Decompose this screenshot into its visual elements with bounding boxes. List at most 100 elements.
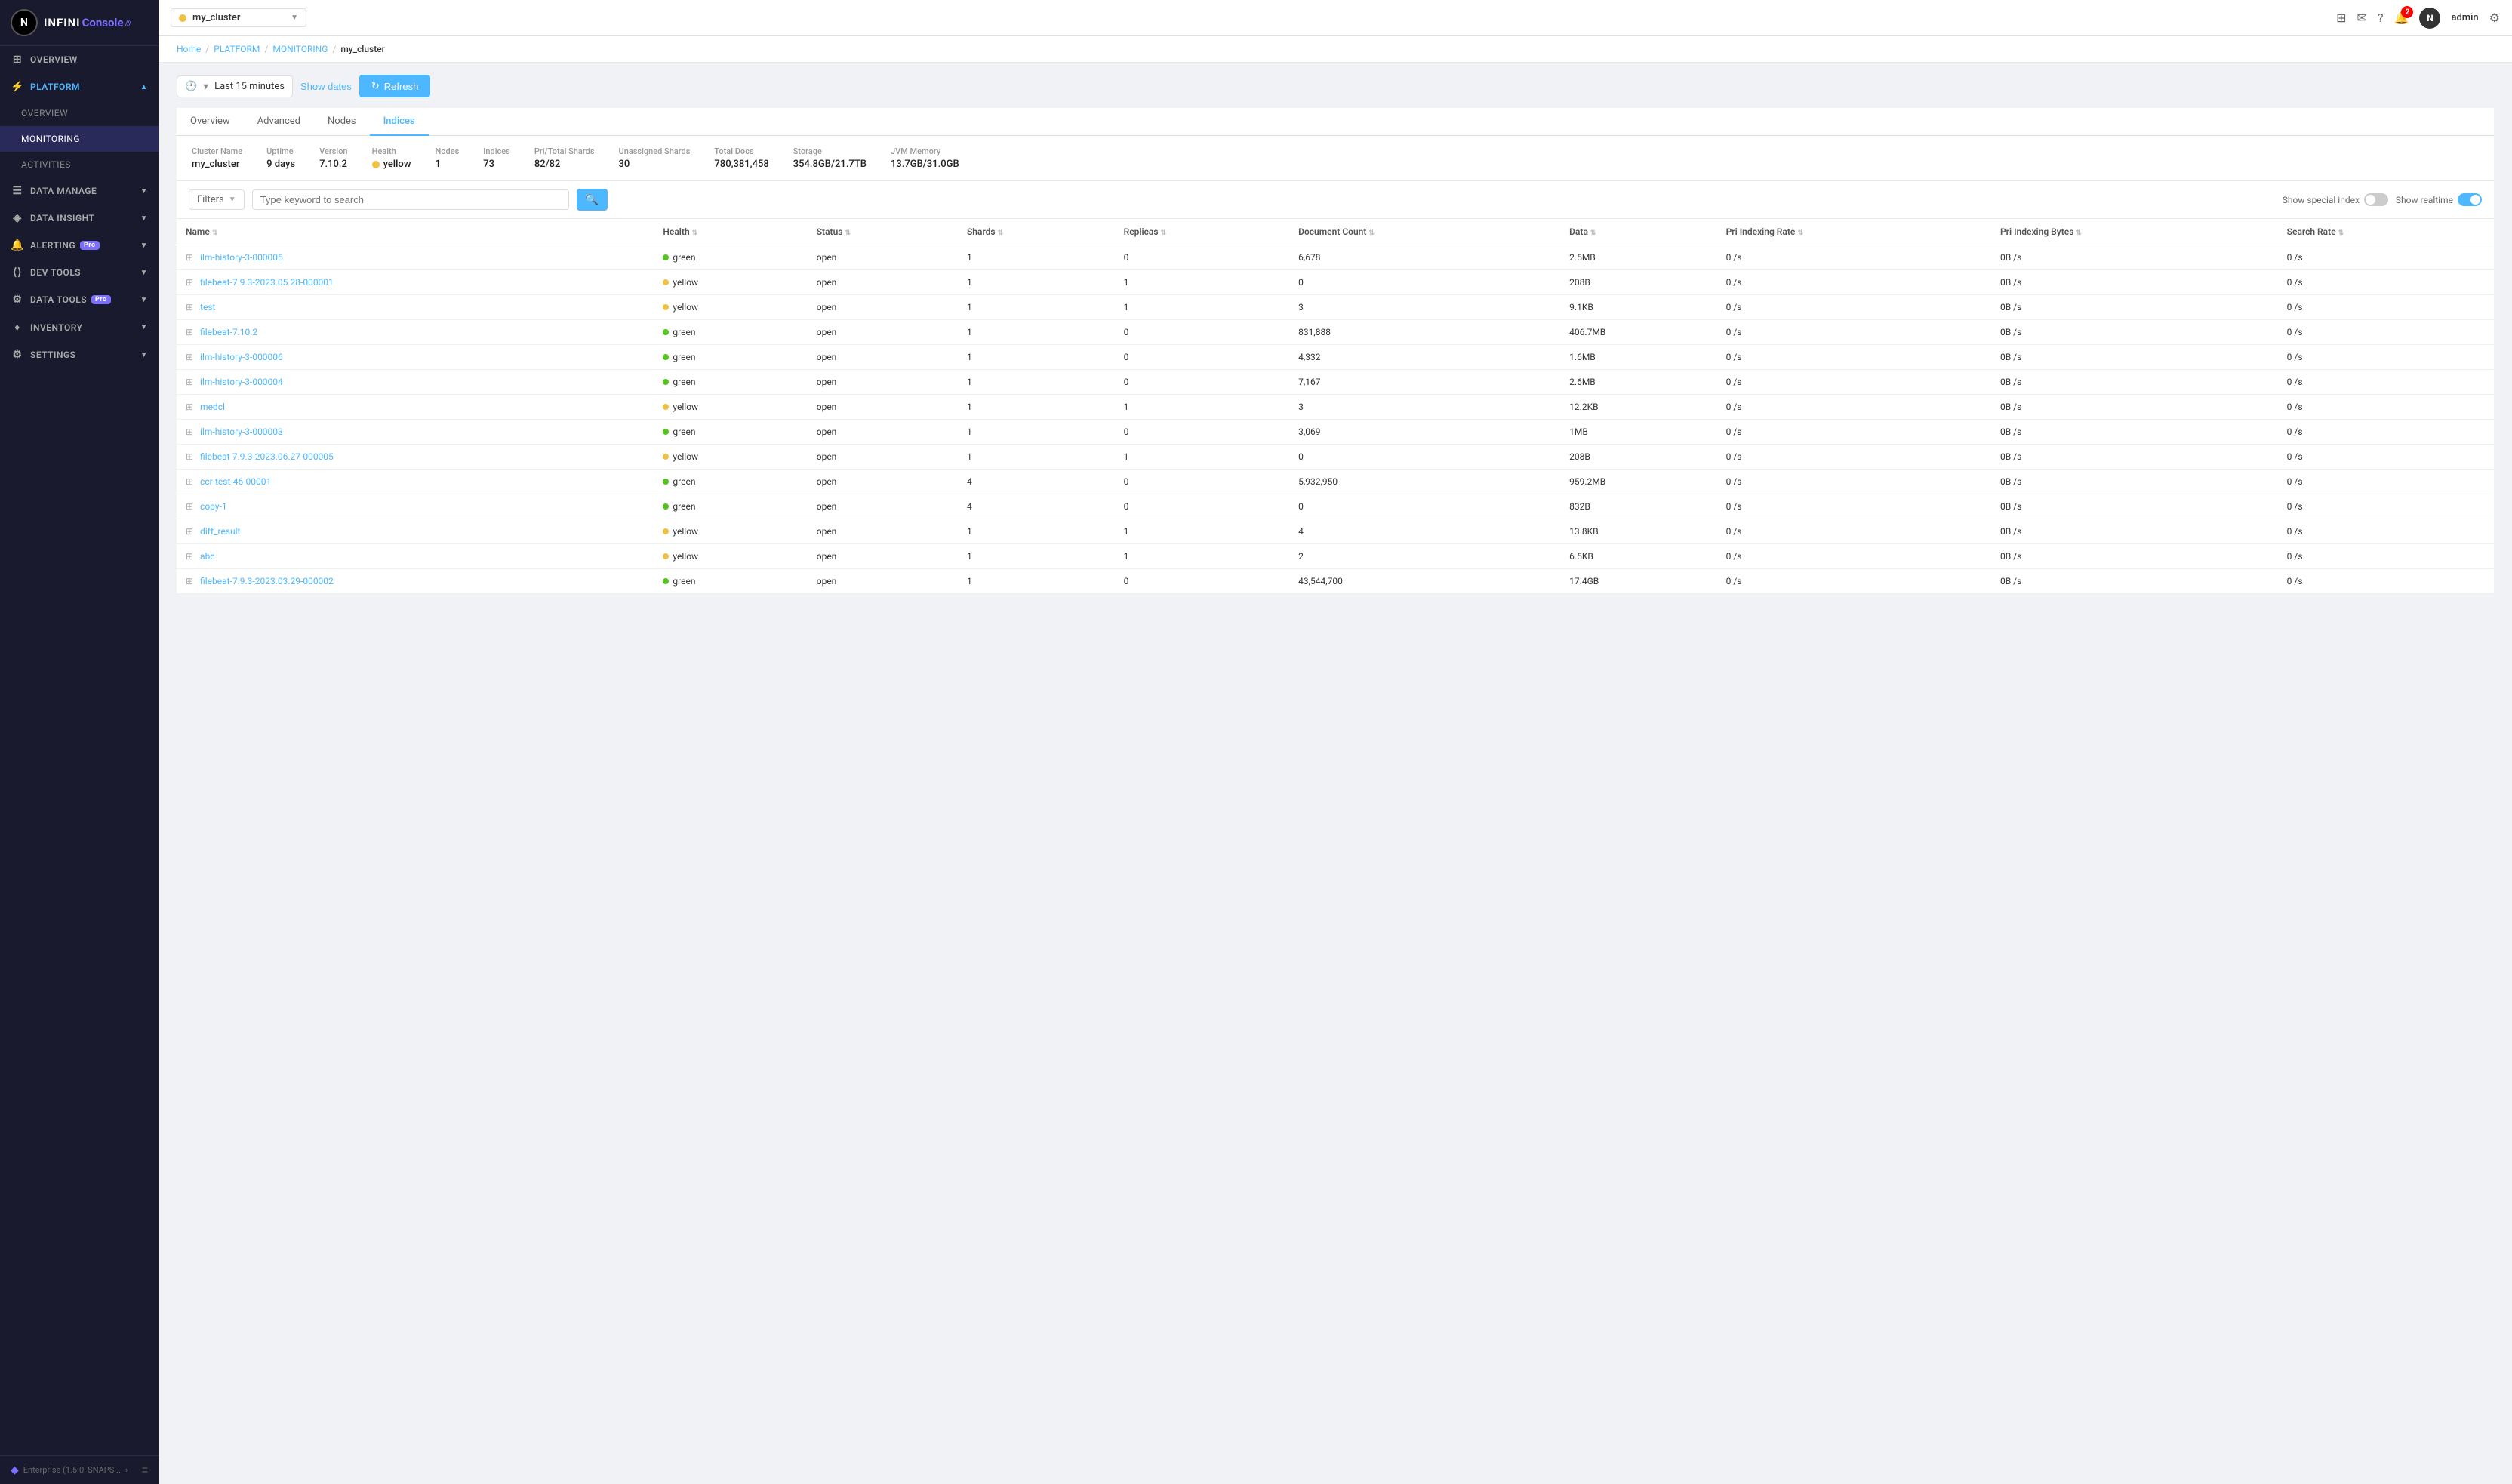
sidebar-item-activities[interactable]: ACTIVITIES <box>0 152 159 177</box>
index-grid-icon: ⊞ <box>186 402 193 412</box>
message-icon[interactable]: ✉ <box>2357 11 2367 25</box>
cell-pri-rate-6: 0 /s <box>1717 395 1991 420</box>
sidebar-item-data-tools[interactable]: ⚙ DATA TOOLS Pro ▼ <box>0 286 159 313</box>
filters-dropdown[interactable]: Filters ▼ <box>189 189 245 210</box>
cell-name-5: ⊞ ilm-history-3-000004 <box>177 370 654 395</box>
index-link-11[interactable]: diff_result <box>200 526 240 537</box>
sidebar-item-dev-tools[interactable]: ⟨⟩ DEV TOOLS ▼ <box>0 259 159 286</box>
admin-avatar[interactable]: N <box>2419 8 2440 29</box>
sidebar-item-alerting[interactable]: 🔔 ALERTING Pro ▼ <box>0 232 159 259</box>
sidebar-item-platform[interactable]: ⚡ PLATFORM ▲ <box>0 73 159 100</box>
index-link-2[interactable]: test <box>200 302 215 313</box>
col-status[interactable]: Status⇅ <box>808 219 958 245</box>
index-grid-icon: ⊞ <box>186 551 193 562</box>
col-data[interactable]: Data⇅ <box>1560 219 1716 245</box>
data-insight-icon: ◈ <box>11 212 24 224</box>
health-text-12: yellow <box>673 551 698 562</box>
breadcrumb-monitoring[interactable]: MONITORING <box>272 44 328 54</box>
search-input[interactable] <box>252 189 569 210</box>
toolbar: 🕐 ▼ Last 15 minutes Show dates ↻ Refresh <box>177 75 2494 97</box>
sidebar-data-insight-label: DATA INSIGHT <box>30 213 94 223</box>
filters-arrow: ▼ <box>229 196 236 204</box>
table-row: ⊞ ilm-history-3-000005 green open 1 0 6,… <box>177 245 2494 270</box>
time-dropdown-arrow: ▼ <box>202 82 210 91</box>
health-dot-2 <box>663 304 669 310</box>
breadcrumb: Home / PLATFORM / MONITORING / my_cluste… <box>159 36 2512 63</box>
cell-search-rate-3: 0 /s <box>2278 320 2494 345</box>
stat-cluster-name: Cluster Name my_cluster <box>192 146 242 170</box>
index-link-1[interactable]: filebeat-7.9.3-2023.05.28-000001 <box>200 277 334 288</box>
health-cell-2: yellow <box>663 302 798 313</box>
index-link-4[interactable]: ilm-history-3-000006 <box>200 352 283 362</box>
index-link-0[interactable]: ilm-history-3-000005 <box>200 252 283 263</box>
cell-name-13: ⊞ filebeat-7.9.3-2023.03.29-000002 <box>177 569 654 594</box>
breadcrumb-platform[interactable]: PLATFORM <box>214 44 260 54</box>
health-value: yellow <box>383 159 411 170</box>
sidebar-item-settings[interactable]: ⚙ SETTINGS ▼ <box>0 341 159 368</box>
indices-table: Name⇅ Health⇅ Status⇅ Shards⇅ Replicas⇅ … <box>177 219 2494 594</box>
sidebar-item-data-manage[interactable]: ☰ DATA MANAGE ▼ <box>0 177 159 205</box>
notification-bell[interactable]: 🔔 2 <box>2394 11 2409 25</box>
index-link-13[interactable]: filebeat-7.9.3-2023.03.29-000002 <box>200 576 334 587</box>
index-link-3[interactable]: filebeat-7.10.2 <box>200 327 257 337</box>
show-realtime-toggle[interactable] <box>2458 193 2482 206</box>
health-text-2: yellow <box>673 302 698 313</box>
tab-nodes[interactable]: Nodes <box>314 108 370 136</box>
cell-replicas-3: 0 <box>1115 320 1290 345</box>
cell-pri-bytes-7: 0B /s <box>1991 420 2278 445</box>
refresh-button[interactable]: ↻ Refresh <box>359 75 430 97</box>
user-settings-icon[interactable]: ⚙ <box>2489 11 2500 25</box>
sidebar-item-overview[interactable]: ⊞ OVERVIEW <box>0 46 159 73</box>
col-search-rate[interactable]: Search Rate⇅ <box>2278 219 2494 245</box>
col-doc-count[interactable]: Document Count⇅ <box>1289 219 1560 245</box>
sidebar-bottom[interactable]: ◆ Enterprise (1.5.0_SNAPS... › ≡ <box>0 1455 159 1484</box>
index-link-8[interactable]: filebeat-7.9.3-2023.06.27-000005 <box>200 451 334 462</box>
tab-advanced[interactable]: Advanced <box>244 108 314 136</box>
grid-icon[interactable]: ⊞ <box>2336 11 2346 25</box>
cell-search-rate-12: 0 /s <box>2278 544 2494 569</box>
settings-icon: ⚙ <box>11 349 24 361</box>
sidebar-item-monitoring[interactable]: MONITORING <box>0 126 159 152</box>
sidebar-overview-label: OVERVIEW <box>30 54 78 65</box>
index-link-9[interactable]: ccr-test-46-00001 <box>200 476 271 487</box>
lines-icon: ≡ <box>142 1464 148 1476</box>
index-link-6[interactable]: medcl <box>200 402 225 412</box>
sidebar-item-data-insight[interactable]: ◈ DATA INSIGHT ▼ <box>0 205 159 232</box>
notif-count: 2 <box>2401 6 2413 18</box>
col-name[interactable]: Name⇅ <box>177 219 654 245</box>
breadcrumb-home[interactable]: Home <box>177 44 201 54</box>
index-link-5[interactable]: ilm-history-3-000004 <box>200 377 283 387</box>
search-button[interactable]: 🔍 <box>577 189 608 211</box>
settings-arrow: ▼ <box>140 351 148 359</box>
cluster-name-label: Cluster Name <box>192 146 242 156</box>
index-grid-icon: ⊞ <box>186 252 193 263</box>
health-text-6: yellow <box>673 402 698 412</box>
help-icon[interactable]: ? <box>2378 11 2384 25</box>
tab-overview[interactable]: Overview <box>177 108 244 136</box>
version-value: 7.10.2 <box>319 159 347 170</box>
health-value-row: yellow <box>372 159 411 170</box>
cell-search-rate-1: 0 /s <box>2278 270 2494 295</box>
time-selector[interactable]: 🕐 ▼ Last 15 minutes <box>177 75 293 97</box>
col-replicas[interactable]: Replicas⇅ <box>1115 219 1290 245</box>
platform-icon: ⚡ <box>11 81 24 93</box>
cell-shards-9: 4 <box>958 470 1115 494</box>
logo-bars: /// <box>125 18 131 28</box>
show-dates-button[interactable]: Show dates <box>300 81 352 92</box>
cell-data-9: 959.2MB <box>1560 470 1716 494</box>
col-pri-indexing-rate[interactable]: Pri Indexing Rate⇅ <box>1717 219 1991 245</box>
sidebar-item-inventory[interactable]: ♦ INVENTORY ▼ <box>0 313 159 341</box>
col-health[interactable]: Health⇅ <box>654 219 807 245</box>
show-special-toggle[interactable] <box>2364 193 2388 206</box>
uptime-label: Uptime <box>266 146 295 156</box>
sidebar-item-overview-sub[interactable]: OVERVIEW <box>0 100 159 126</box>
col-shards[interactable]: Shards⇅ <box>958 219 1115 245</box>
index-link-10[interactable]: copy-1 <box>200 501 227 512</box>
cluster-selector[interactable]: my_cluster ▼ <box>171 8 306 27</box>
index-link-7[interactable]: ilm-history-3-000003 <box>200 426 283 437</box>
uptime-value: 9 days <box>266 159 295 170</box>
cluster-status-dot <box>179 14 186 22</box>
col-pri-indexing-bytes[interactable]: Pri Indexing Bytes⇅ <box>1991 219 2278 245</box>
index-link-12[interactable]: abc <box>200 551 215 562</box>
tab-indices[interactable]: Indices <box>370 108 429 136</box>
